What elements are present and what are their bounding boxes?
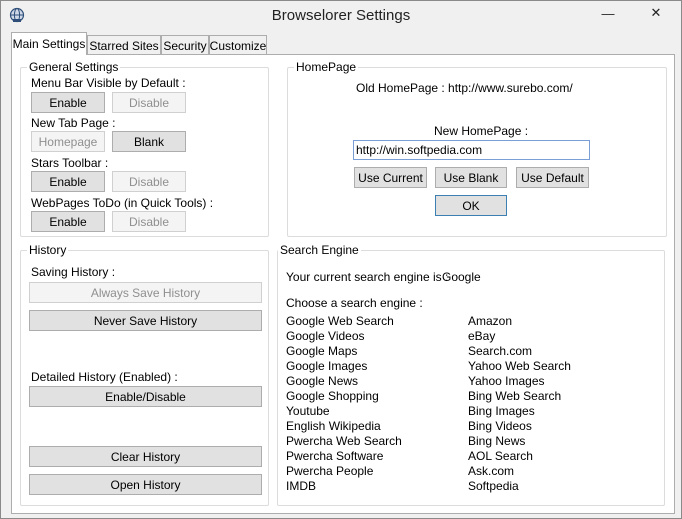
saving-history-label: Saving History : [31,265,116,279]
new-tab-label: New Tab Page : [31,116,116,130]
search-engine-option[interactable]: English Wikipedia [286,419,402,434]
search-engine-option[interactable]: Google Web Search [286,314,402,329]
old-homepage-label: Old HomePage : http://www.surebo.com/ [356,81,573,95]
search-engine-option[interactable]: Bing News [468,434,571,449]
clear-history-button[interactable]: Clear History [29,446,262,467]
stars-toolbar-label: Stars Toolbar : [31,156,109,170]
search-engine-option[interactable]: Google Shopping [286,389,402,404]
search-engine-option[interactable]: Bing Images [468,404,571,419]
search-engine-option[interactable]: Google News [286,374,402,389]
tab-main-settings[interactable]: Main Settings [11,32,87,55]
homepage-title: HomePage [294,60,359,74]
search-engine-option[interactable]: Pwercha Web Search [286,434,402,449]
minimize-button[interactable]: — [585,2,631,24]
webpages-todo-label: WebPages ToDo (in Quick Tools) : [31,196,214,210]
open-history-button[interactable]: Open History [29,474,262,495]
tab-customize[interactable]: Customize [209,35,267,55]
use-default-button[interactable]: Use Default [516,167,589,188]
general-settings-title: General Settings [27,60,121,74]
use-current-button[interactable]: Use Current [354,167,427,188]
menu-bar-disable-button[interactable]: Disable [112,92,186,113]
menu-bar-enable-button[interactable]: Enable [31,92,105,113]
search-engine-option[interactable]: Google Maps [286,344,402,359]
new-homepage-input[interactable] [353,140,590,160]
search-engine-option[interactable]: Amazon [468,314,571,329]
main-settings-panel: General Settings Menu Bar Visible by Def… [11,54,675,514]
homepage-ok-button[interactable]: OK [435,195,507,216]
new-homepage-label: New HomePage : [434,124,529,138]
stars-disable-button[interactable]: Disable [112,171,186,192]
stars-enable-button[interactable]: Enable [31,171,105,192]
detailed-history-label: Detailed History (Enabled) : [31,370,178,384]
search-engine-option[interactable]: Yahoo Web Search [468,359,571,374]
settings-window: Browselorer Settings — ✕ Main Settings S… [0,0,682,519]
homepage-group: HomePage Old HomePage : http://www.sureb… [287,60,667,237]
current-engine-value: Google [442,270,481,284]
history-group: History Saving History : Always Save His… [20,243,269,506]
menu-bar-label: Menu Bar Visible by Default : [31,76,186,90]
search-engine-option[interactable]: Bing Web Search [468,389,571,404]
search-engine-group: Search Engine Your current search engine… [277,243,665,506]
search-engine-option[interactable]: Google Videos [286,329,402,344]
search-engine-option[interactable]: Softpedia [468,479,571,494]
engine-list-right: Amazon eBay Search.com Yahoo Web Search Yaho… [468,314,571,494]
history-title: History [27,243,69,257]
title-bar: Browselorer Settings — ✕ [1,1,681,31]
general-settings-group: General Settings Menu Bar Visible by Def… [20,60,269,237]
search-engine-title: Search Engine [278,243,361,257]
window-title: Browselorer Settings [271,7,411,24]
close-button[interactable]: ✕ [632,2,680,24]
detailed-history-toggle-button[interactable]: Enable/Disable [29,386,262,407]
new-tab-blank-button[interactable]: Blank [112,131,186,152]
search-engine-option[interactable]: Google Images [286,359,402,374]
use-blank-button[interactable]: Use Blank [435,167,507,188]
tab-security[interactable]: Security [161,35,209,55]
search-engine-option[interactable]: Bing Videos [468,419,571,434]
search-engine-option[interactable]: Yahoo Images [468,374,571,389]
todo-disable-button[interactable]: Disable [112,211,186,232]
search-engine-option[interactable]: AOL Search [468,449,571,464]
search-engine-option[interactable]: eBay [468,329,571,344]
new-tab-homepage-button[interactable]: Homepage [31,131,105,152]
never-save-history-button[interactable]: Never Save History [29,310,262,331]
always-save-history-button[interactable]: Always Save History [29,282,262,303]
engine-list-left: Google Web Search Google Videos Google Map… [286,314,402,494]
tab-starred-sites[interactable]: Starred Sites [87,35,161,55]
todo-enable-button[interactable]: Enable [31,211,105,232]
search-engine-option[interactable]: Youtube [286,404,402,419]
search-engine-option[interactable]: Ask.com [468,464,571,479]
search-engine-option[interactable]: Pwercha Software [286,449,402,464]
choose-engine-label: Choose a search engine : [286,296,423,310]
search-engine-option[interactable]: Search.com [468,344,571,359]
search-engine-option[interactable]: IMDB [286,479,402,494]
current-engine-label: Your current search engine is : [286,270,449,284]
search-engine-option[interactable]: Pwercha People [286,464,402,479]
